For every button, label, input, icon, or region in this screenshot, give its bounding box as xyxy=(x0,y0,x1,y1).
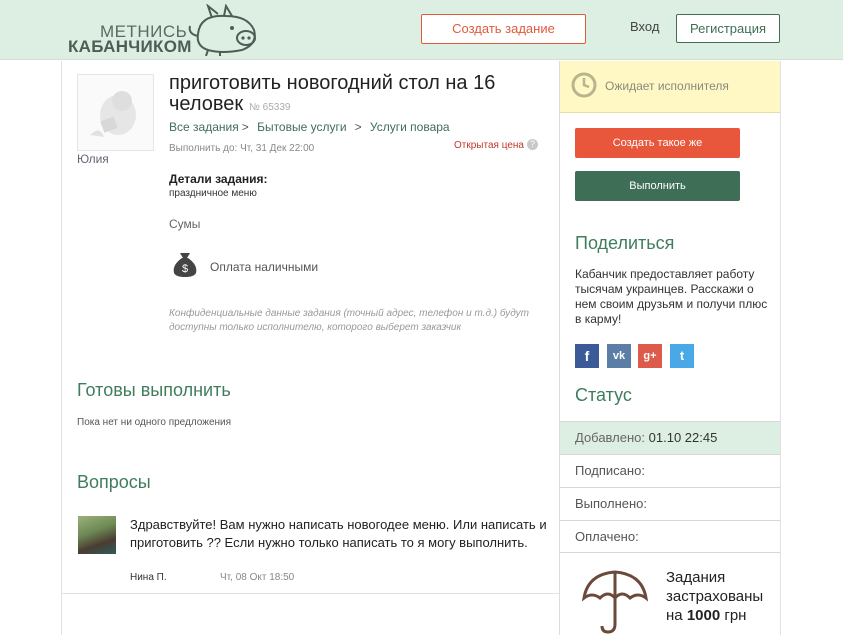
price-type: Открытая цена? xyxy=(454,139,538,151)
task-status-text: Ожидает исполнителя xyxy=(605,79,729,93)
logo-text-line2: КАБАНЧИКОМ xyxy=(68,37,192,56)
task-title-text: приготовить новогодний стол на 16 челове… xyxy=(169,72,496,115)
clock-icon xyxy=(571,72,597,98)
status-signed-label: Подписано: xyxy=(575,463,645,478)
task-number: № 65339 xyxy=(249,102,291,113)
status-signed-row: Подписано: xyxy=(560,454,780,487)
status-section-title: Статус xyxy=(575,385,632,405)
pig-logo-icon xyxy=(188,4,256,56)
register-button[interactable]: Регистрация xyxy=(676,14,780,43)
twitter-icon[interactable]: t xyxy=(670,344,694,368)
money-bag-icon: $ xyxy=(173,253,197,277)
breadcrumb-all-tasks[interactable]: Все задания xyxy=(169,120,239,134)
status-paid-label: Оплачено: xyxy=(575,529,639,544)
facebook-icon[interactable]: f xyxy=(575,344,599,368)
breadcrumb-cook[interactable]: Услуги повара xyxy=(370,120,450,134)
googleplus-icon[interactable]: g+ xyxy=(638,344,662,368)
insurance-note: Задания застрахованы на 1000 грн xyxy=(666,568,776,625)
insurance-currency: грн xyxy=(724,607,747,624)
do-task-button[interactable]: Выполнить xyxy=(575,171,740,201)
share-title: Поделиться xyxy=(575,233,675,253)
create-same-button[interactable]: Создать такое же xyxy=(575,128,740,158)
header: МЕТНИСЬ КАБАНЧИКОМ Создать задание Вход … xyxy=(0,0,843,60)
price-type-label: Открытая цена xyxy=(454,140,524,151)
status-added-value: 01.10 22:45 xyxy=(648,430,718,445)
breadcrumb-household[interactable]: Бытовые услуги xyxy=(257,120,347,134)
question-date: Чт, 08 Окт 18:50 xyxy=(220,572,295,583)
status-added-label: Добавлено: xyxy=(575,430,646,445)
no-offers-text: Пока нет ни одного предложения xyxy=(77,417,232,428)
offers-section-title: Готовы выполнить xyxy=(77,380,231,400)
author-avatar[interactable] xyxy=(77,74,154,151)
help-icon[interactable]: ? xyxy=(526,139,538,150)
details-text: праздничное меню xyxy=(169,188,257,199)
status-added-row: Добавлено: 01.10 22:45 xyxy=(560,421,780,454)
pig-placeholder-icon xyxy=(90,91,136,137)
status-done-row: Выполнено: xyxy=(560,487,780,520)
status-done-label: Выполнено: xyxy=(575,496,648,511)
question-text: Здравствуйте! Вам нужно написать новогод… xyxy=(130,517,547,550)
create-task-button[interactable]: Создать задание xyxy=(421,14,586,44)
insurance-amount: 1000 xyxy=(686,607,721,624)
breadcrumb: Все задания > Бытовые услуги > Услуги пова… xyxy=(169,120,450,134)
divider xyxy=(62,593,559,594)
breadcrumb-separator: > xyxy=(354,120,362,134)
task-title: приготовить новогодний стол на 16 челове… xyxy=(169,73,549,118)
author-name[interactable]: Юлия xyxy=(77,152,109,166)
question-author-avatar[interactable] xyxy=(78,516,116,554)
confidential-note: Конфиденциальные данные задания (точный … xyxy=(169,308,530,333)
payment-method: Оплата наличными xyxy=(210,260,319,274)
umbrella-icon xyxy=(581,570,649,634)
status-paid-row: Оплачено: xyxy=(560,520,780,553)
task-deadline: Выполнить до: Чт, 31 Дек 22:00 xyxy=(169,143,315,154)
site-logo[interactable]: МЕТНИСЬ КАБАНЧИКОМ xyxy=(66,4,276,56)
vk-icon[interactable]: vk xyxy=(607,344,631,368)
breadcrumb-separator: > xyxy=(241,120,249,134)
svg-text:$: $ xyxy=(182,263,188,275)
login-link[interactable]: Вход xyxy=(630,19,659,34)
share-text: Кабанчик предоставляет работу тысячам ук… xyxy=(575,267,768,326)
task-city: Сумы xyxy=(169,217,201,231)
questions-section-title: Вопросы xyxy=(77,472,151,492)
question-author[interactable]: Нина П. xyxy=(130,572,167,583)
details-label: Детали задания: xyxy=(169,172,268,186)
